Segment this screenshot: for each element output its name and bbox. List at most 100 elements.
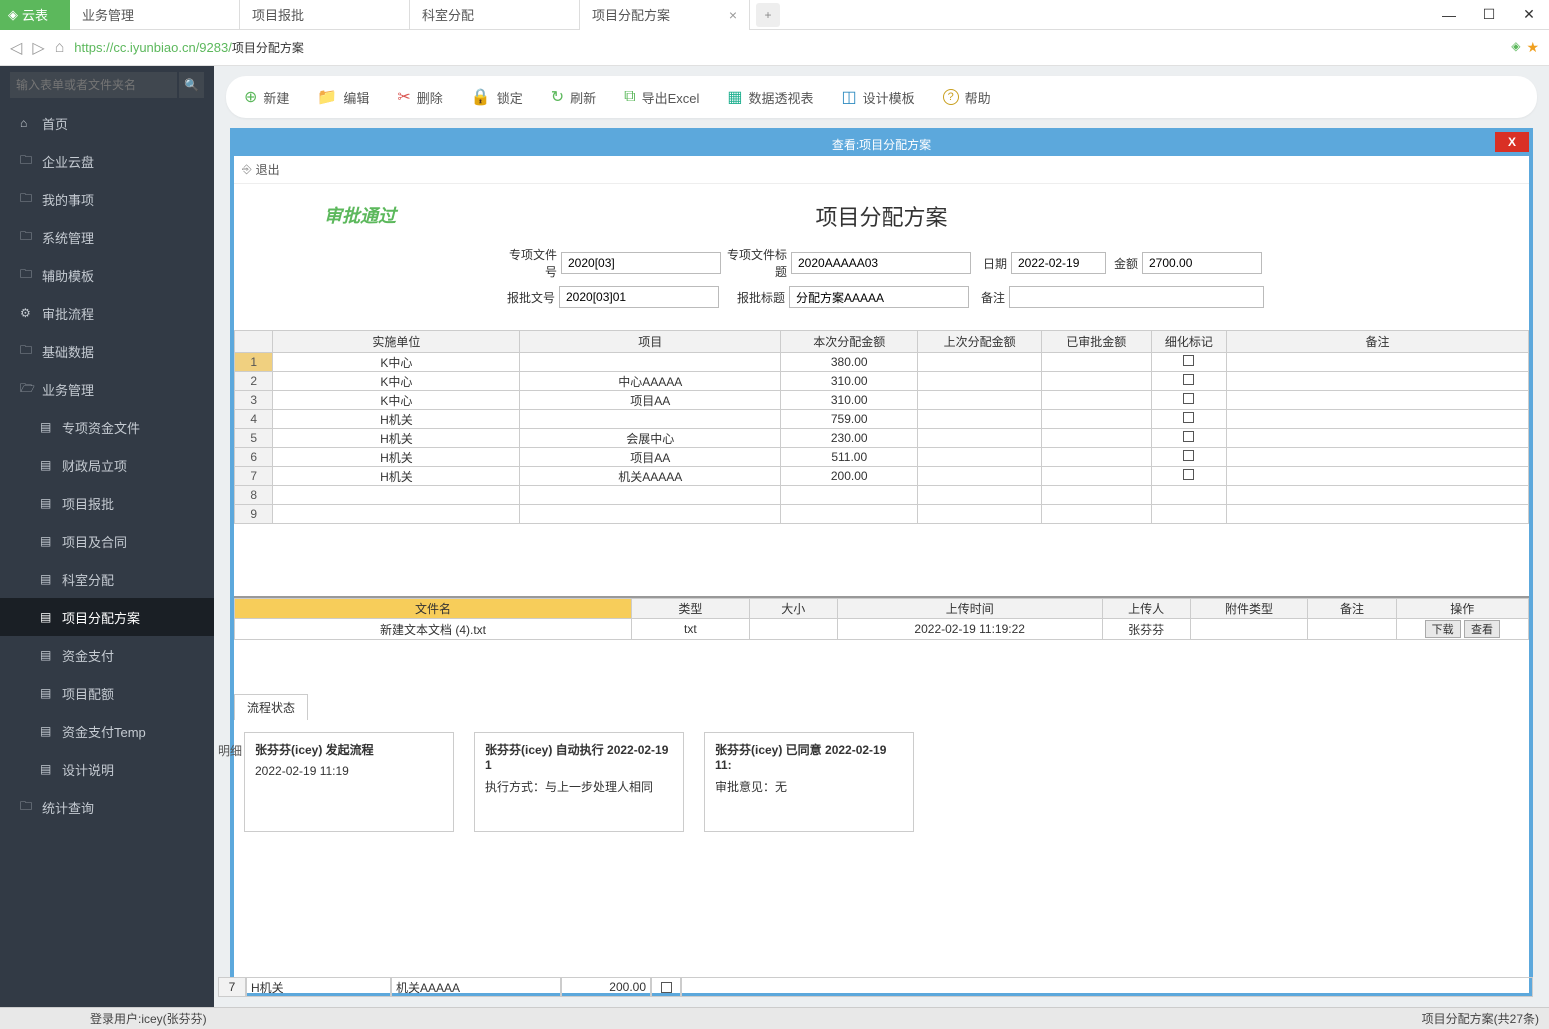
table-row[interactable]: 3K中心项目AA310.00: [235, 391, 1529, 410]
table-row[interactable]: 8: [235, 486, 1529, 505]
export-button[interactable]: ⧉导出Excel: [624, 88, 699, 107]
folder-icon: 🗀: [20, 189, 42, 210]
sidebar-item-flow[interactable]: ⚙审批流程: [0, 294, 214, 332]
attachment-row[interactable]: 新建文本文档 (4).txt txt 2022-02-19 11:19:22 张…: [235, 619, 1529, 640]
sidebar-sub-8[interactable]: ▤资金支付Temp: [0, 712, 214, 750]
table-row[interactable]: 7H机关机关AAAAA200.00: [235, 467, 1529, 486]
checkbox-icon[interactable]: [1183, 393, 1194, 404]
folder-icon: 🗀: [20, 797, 42, 818]
sidebar-sub-4[interactable]: ▤科室分配: [0, 560, 214, 598]
sidebar-sub-0[interactable]: ▤专项资金文件: [0, 408, 214, 446]
diamond-icon[interactable]: ◈: [1511, 39, 1520, 56]
col-approved[interactable]: 已审批金额: [1041, 331, 1151, 353]
nav-back-icon[interactable]: ◁: [10, 38, 22, 58]
checkbox-icon[interactable]: [1183, 412, 1194, 423]
background-row: 7 H机关 机关AAAAA 200.00: [218, 977, 1533, 997]
table-row[interactable]: 5H机关会展中心230.00: [235, 429, 1529, 448]
input-amount[interactable]: [1142, 252, 1262, 274]
sidebar-sub-6[interactable]: ▤资金支付: [0, 636, 214, 674]
sidebar-sub-1[interactable]: ▤财政局立项: [0, 446, 214, 484]
lock-button[interactable]: 🔒锁定: [471, 87, 523, 107]
sidebar-item-basedata[interactable]: 🗀基础数据: [0, 332, 214, 370]
approval-status: 审批通过: [324, 202, 396, 228]
download-button[interactable]: 下载: [1425, 620, 1461, 638]
sidebar-item-home[interactable]: ⌂首页: [0, 104, 214, 142]
sidebar-item-stats[interactable]: 🗀统计查询: [0, 788, 214, 826]
modal-title: 查看:项目分配方案: [832, 136, 931, 153]
tab-close-icon[interactable]: ×: [729, 7, 737, 23]
search-icon[interactable]: 🔍: [179, 72, 204, 98]
record-count: 项目分配方案(共27条): [1422, 1010, 1539, 1027]
checkbox-icon[interactable]: [1183, 469, 1194, 480]
modal-title-bar: 查看:项目分配方案 X: [234, 132, 1529, 156]
favorite-icon[interactable]: ★: [1526, 39, 1539, 56]
checkbox-icon[interactable]: [1183, 374, 1194, 385]
main-content: ⊕新建 📁编辑 ✂删除 🔒锁定 ↻刷新 ⧉导出Excel ▦数据透视表 ◫设计模…: [214, 66, 1549, 1007]
label-filenum: 专项文件号: [501, 246, 561, 280]
checkbox-icon[interactable]: [1183, 450, 1194, 461]
sidebar-item-business[interactable]: 🗁业务管理: [0, 370, 214, 408]
col-last[interactable]: 上次分配金额: [918, 331, 1041, 353]
col-flag[interactable]: 细化标记: [1151, 331, 1226, 353]
window-minimize[interactable]: —: [1429, 0, 1469, 30]
form-title: 项目分配方案: [252, 200, 1511, 232]
tab-business[interactable]: 业务管理: [70, 0, 240, 30]
view-button[interactable]: 查看: [1464, 620, 1500, 638]
col-this[interactable]: 本次分配金额: [781, 331, 918, 353]
window-maximize[interactable]: ☐: [1469, 0, 1509, 30]
checkbox-icon[interactable]: [1183, 431, 1194, 442]
table-row[interactable]: 4H机关759.00: [235, 410, 1529, 429]
doc-icon: ▤: [40, 648, 62, 662]
table-row[interactable]: 6H机关项目AA511.00: [235, 448, 1529, 467]
pivot-button[interactable]: ▦数据透视表: [727, 87, 813, 107]
new-button[interactable]: ⊕新建: [244, 87, 289, 107]
window-close[interactable]: ✕: [1509, 0, 1549, 30]
sidebar-sub-9[interactable]: ▤设计说明: [0, 750, 214, 788]
checkbox-icon[interactable]: [661, 982, 672, 993]
label-date: 日期: [971, 255, 1011, 272]
workflow-status-tab[interactable]: 流程状态: [234, 694, 308, 720]
input-date[interactable]: [1011, 252, 1106, 274]
input-filetitle[interactable]: [791, 252, 971, 274]
sidebar-item-mytasks[interactable]: 🗀我的事项: [0, 180, 214, 218]
sidebar-sub-3[interactable]: ▤项目及合同: [0, 522, 214, 560]
tab-add-button[interactable]: +: [756, 3, 780, 27]
workflow-card: 张芬芬(icey) 自动执行 2022-02-19 1执行方式：与上一步处理人相…: [474, 732, 684, 832]
col-project[interactable]: 项目: [520, 331, 781, 353]
workflow-card: 张芬芬(icey) 已同意 2022-02-19 11:审批意见：无: [704, 732, 914, 832]
input-filenum[interactable]: [561, 252, 721, 274]
col-filename[interactable]: 文件名: [235, 599, 632, 619]
sidebar-item-sysmgmt[interactable]: 🗀系统管理: [0, 218, 214, 256]
doc-icon: ▤: [40, 762, 62, 776]
checkbox-icon[interactable]: [1183, 355, 1194, 366]
input-remark[interactable]: [1009, 286, 1264, 308]
refresh-icon: ↻: [551, 87, 564, 107]
delete-button[interactable]: ✂删除: [397, 87, 442, 107]
home-icon[interactable]: ⌂: [55, 39, 65, 57]
table-row[interactable]: 9: [235, 505, 1529, 524]
sidebar-item-template[interactable]: 🗀辅助模板: [0, 256, 214, 294]
table-row[interactable]: 2K中心中心AAAAA310.00: [235, 372, 1529, 391]
help-button[interactable]: ?帮助: [943, 88, 991, 107]
modal-close-button[interactable]: X: [1495, 132, 1529, 152]
sidebar-sub-2[interactable]: ▤项目报批: [0, 484, 214, 522]
col-unit[interactable]: 实施单位: [273, 331, 520, 353]
tab-allocation[interactable]: 项目分配方案 ×: [580, 0, 750, 30]
input-approvetitle[interactable]: [789, 286, 969, 308]
exit-button[interactable]: ⎆ 退出: [234, 156, 1529, 184]
folder-icon: 🗀: [20, 151, 42, 172]
sidebar-sub-7[interactable]: ▤项目配额: [0, 674, 214, 712]
col-remark[interactable]: 备注: [1227, 331, 1529, 353]
search-input[interactable]: [10, 72, 177, 98]
tab-dept[interactable]: 科室分配: [410, 0, 580, 30]
nav-forward-icon[interactable]: ▷: [32, 38, 44, 58]
input-approveno[interactable]: [559, 286, 719, 308]
table-row[interactable]: 1K中心380.00: [235, 353, 1529, 372]
edit-button[interactable]: 📁编辑: [317, 87, 369, 107]
sidebar-sub-5[interactable]: ▤项目分配方案: [0, 598, 214, 636]
tab-approval[interactable]: 项目报批: [240, 0, 410, 30]
folder-icon: 🗀: [20, 227, 42, 248]
refresh-button[interactable]: ↻刷新: [551, 87, 596, 107]
sidebar-item-cloud[interactable]: 🗀企业云盘: [0, 142, 214, 180]
design-button[interactable]: ◫设计模板: [842, 87, 915, 107]
